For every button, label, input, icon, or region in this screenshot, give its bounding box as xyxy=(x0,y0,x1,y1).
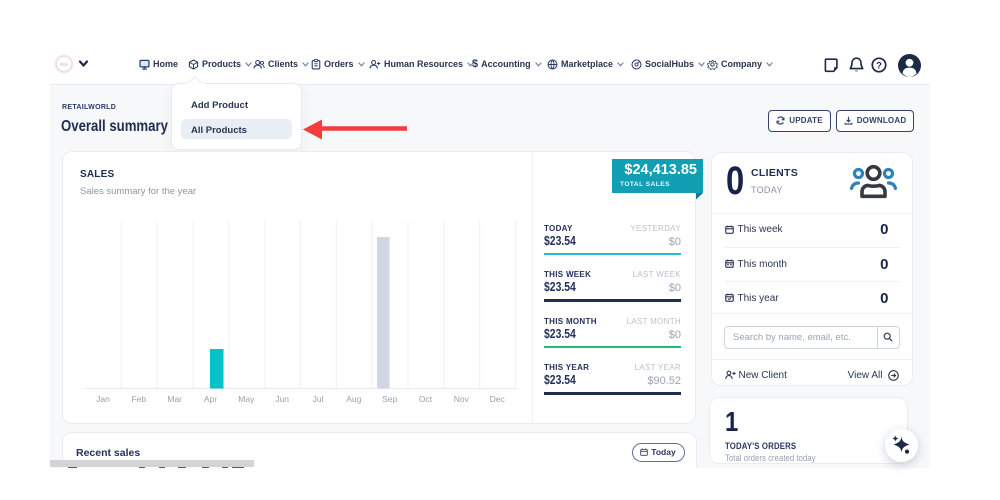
svg-text:Mar: Mar xyxy=(167,394,182,404)
svg-text:Aug: Aug xyxy=(346,394,361,404)
svg-text:Oct: Oct xyxy=(419,394,433,404)
svg-text:Jun: Jun xyxy=(275,394,289,404)
svg-text:?: ? xyxy=(876,60,882,71)
svg-text:Sep: Sep xyxy=(382,394,397,404)
svg-text:Dec: Dec xyxy=(490,394,506,404)
svg-text:Nov: Nov xyxy=(454,394,470,404)
svg-text:Apr: Apr xyxy=(204,394,217,404)
svg-text:May: May xyxy=(238,394,255,404)
svg-text:Jul: Jul xyxy=(313,394,324,404)
svg-text:Feb: Feb xyxy=(131,394,146,404)
svg-text:Jan: Jan xyxy=(96,394,110,404)
